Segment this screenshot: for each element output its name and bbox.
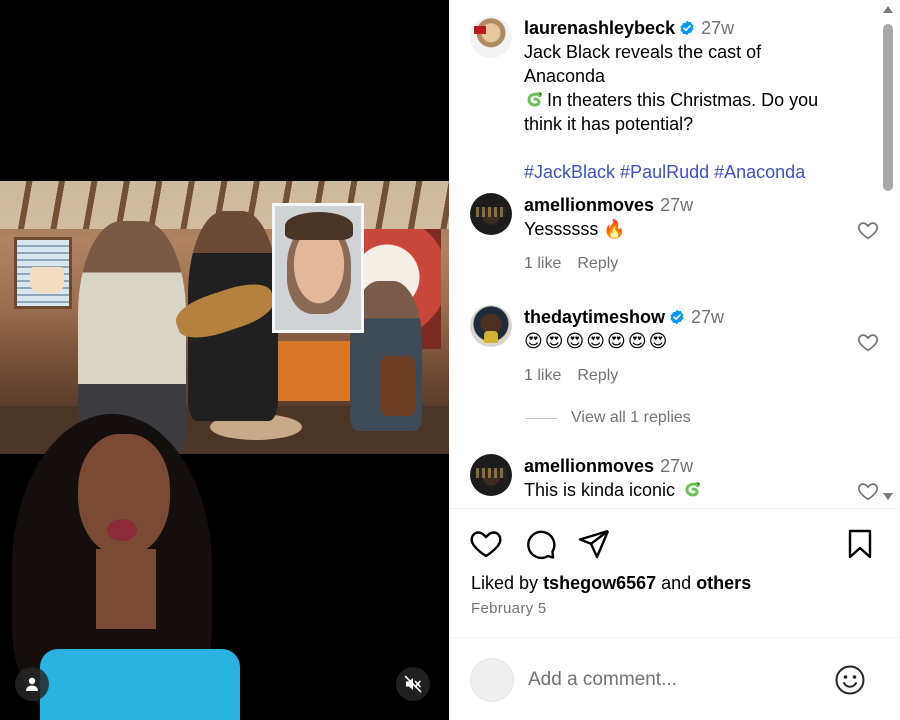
post-action-bar bbox=[469, 527, 879, 561]
liked-by-line: Liked by tshegow6567 and others bbox=[471, 573, 751, 594]
comment-time[interactable]: 27w bbox=[691, 307, 724, 327]
scroll-up-arrow-icon[interactable] bbox=[883, 6, 893, 13]
comment-meta: 1 like Reply bbox=[524, 255, 634, 273]
post-time[interactable]: 27w bbox=[701, 18, 734, 38]
heart-icon[interactable] bbox=[857, 480, 878, 502]
scrollbar-thumb[interactable] bbox=[883, 24, 893, 191]
comment-like-count[interactable]: 1 like bbox=[524, 255, 561, 272]
comments-scrollbar[interactable] bbox=[878, 0, 898, 508]
comment-like-count[interactable]: 1 like bbox=[524, 367, 561, 384]
comment-text: Yessssss 🔥 bbox=[524, 219, 626, 239]
bookmark-icon[interactable] bbox=[843, 527, 877, 561]
user-tags-button[interactable] bbox=[15, 667, 49, 701]
comment-text: This is kinda iconic bbox=[524, 480, 676, 500]
comment-composer bbox=[470, 658, 880, 702]
caption-line: think it has potential? bbox=[524, 114, 694, 134]
bongo-drum bbox=[380, 356, 416, 416]
heart-icon[interactable] bbox=[857, 219, 878, 241]
author-username[interactable]: laurenashleybeck bbox=[524, 18, 675, 38]
hashtag-link[interactable]: #Anaconda bbox=[714, 162, 805, 182]
caption-line: Jack Black reveals the cast of Anaconda bbox=[524, 42, 762, 86]
comment-time[interactable]: 27w bbox=[660, 456, 693, 476]
liked-by-others[interactable]: others bbox=[696, 573, 751, 593]
liked-by-user[interactable]: tshegow6567 bbox=[543, 573, 656, 593]
hashtag-list: #JackBlack #PaulRudd #Anaconda bbox=[524, 160, 844, 184]
reply-button[interactable]: Reply bbox=[577, 255, 618, 272]
avatar[interactable] bbox=[470, 193, 512, 235]
section-divider bbox=[449, 508, 900, 509]
presenter-neck bbox=[96, 549, 156, 629]
section-divider bbox=[449, 637, 900, 638]
avatar[interactable] bbox=[470, 16, 512, 58]
hashtag-link[interactable]: #PaulRudd bbox=[620, 162, 709, 182]
comment-input[interactable] bbox=[528, 666, 818, 694]
replies-divider-line bbox=[525, 417, 557, 419]
presenter-mouth bbox=[107, 519, 137, 541]
comment-icon[interactable] bbox=[523, 527, 557, 561]
comment-text: 😍😍😍😍😍😍😍 bbox=[524, 331, 670, 351]
lamp bbox=[30, 267, 64, 293]
caption-line: In theaters this Christmas. Do you bbox=[547, 90, 819, 110]
share-icon[interactable] bbox=[577, 527, 611, 561]
verified-badge-icon bbox=[680, 20, 694, 36]
snake-emoji-icon bbox=[527, 91, 543, 107]
comment-meta: 1 like Reply bbox=[524, 367, 634, 385]
smiley-icon[interactable] bbox=[834, 664, 866, 696]
scroll-down-arrow-icon[interactable] bbox=[883, 493, 893, 500]
comment-username[interactable]: amellionmoves bbox=[524, 195, 654, 215]
comment-time[interactable]: 27w bbox=[660, 195, 693, 215]
post-date[interactable]: February 5 bbox=[471, 600, 547, 617]
post-side-panel: laurenashleybeck 27w Jack Black reveals t… bbox=[449, 0, 900, 720]
cardboard-cutout bbox=[272, 203, 364, 333]
comment-username[interactable]: thedaytimeshow bbox=[524, 307, 665, 327]
view-replies-label: View all 1 replies bbox=[571, 409, 691, 426]
comment-username[interactable]: amellionmoves bbox=[524, 456, 654, 476]
snake-emoji-icon bbox=[685, 481, 701, 497]
reply-button[interactable]: Reply bbox=[577, 367, 618, 384]
view-replies-button[interactable]: View all 1 replies bbox=[525, 409, 691, 427]
mute-button[interactable] bbox=[396, 667, 430, 701]
current-user-avatar bbox=[470, 658, 514, 702]
cutout-hair bbox=[285, 212, 353, 240]
verified-badge-icon bbox=[670, 309, 684, 325]
presenter-top bbox=[40, 649, 240, 720]
liked-by-prefix: Liked by bbox=[471, 573, 539, 593]
avatar[interactable] bbox=[470, 454, 512, 496]
comments-scroll-area[interactable]: laurenashleybeck 27w Jack Black reveals t… bbox=[449, 0, 878, 508]
hashtag-link[interactable]: #JackBlack bbox=[524, 162, 615, 182]
user-tag-icon bbox=[26, 677, 38, 691]
avatar[interactable] bbox=[470, 305, 512, 347]
liked-by-and: and bbox=[661, 573, 692, 593]
heart-icon[interactable] bbox=[857, 331, 878, 353]
speaker-muted-icon bbox=[404, 675, 422, 693]
heart-icon[interactable] bbox=[469, 527, 503, 561]
post-media[interactable] bbox=[0, 0, 449, 720]
